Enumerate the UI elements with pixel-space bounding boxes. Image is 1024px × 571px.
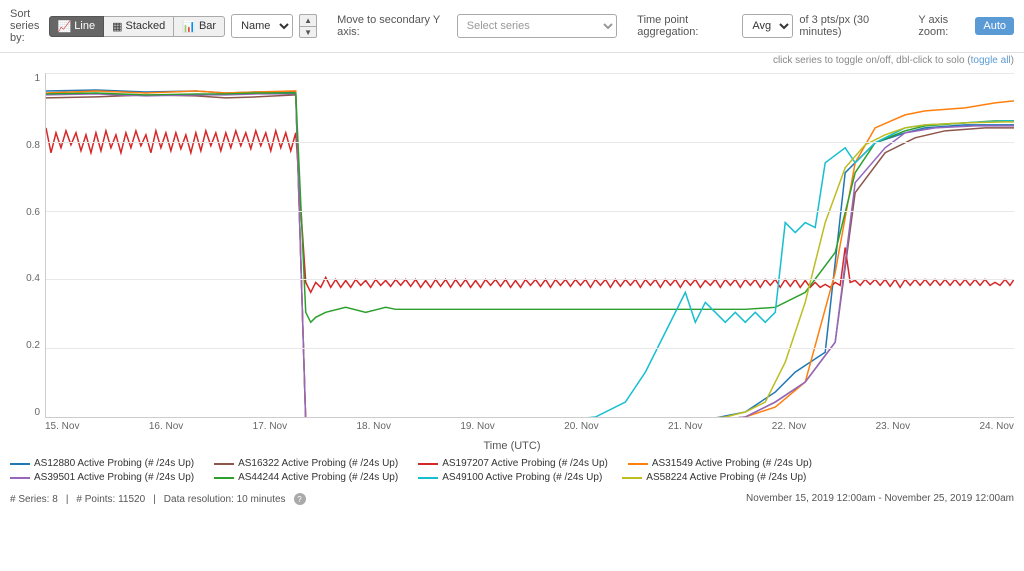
legend-item-as197207[interactable]: AS197207 Active Probing (# /24s Up) xyxy=(418,458,608,469)
y-axis: 1 0.8 0.6 0.4 0.2 0 xyxy=(0,68,45,438)
toolbar: Sort series by: 📈 Line ▦ Stacked 📊 Bar N… xyxy=(0,0,1024,53)
legend-item-as44244[interactable]: AS44244 Active Probing (# /24s Up) xyxy=(214,472,398,483)
secondary-y-label: Move to secondary Y axis: xyxy=(337,14,451,38)
legend-item-as39501[interactable]: AS39501 Active Probing (# /24s Up) xyxy=(10,472,194,483)
footer-info: # Series: 8 | # Points: 11520 | Data res… xyxy=(10,493,306,505)
line-button[interactable]: 📈 Line xyxy=(49,16,105,37)
resolution-info: Data resolution: 10 minutes xyxy=(164,494,286,505)
agg-select[interactable]: Avg xyxy=(742,14,793,38)
grid-line-80 xyxy=(46,142,1014,143)
bar-button[interactable]: 📊 Bar xyxy=(174,16,225,37)
legend-item-as16322[interactable]: AS16322 Active Probing (# /24s Up) xyxy=(214,458,398,469)
legend-item-as12880[interactable]: AS12880 Active Probing (# /24s Up) xyxy=(10,458,194,469)
points-count: # Points: 11520 xyxy=(76,494,145,505)
y-zoom-label: Y axis zoom: xyxy=(918,14,969,38)
sort-down-button[interactable]: ▼ xyxy=(299,26,317,38)
bar-icon: 📊 xyxy=(182,20,196,33)
legend-item-as31549[interactable]: AS31549 Active Probing (# /24s Up) xyxy=(628,458,812,469)
legend-color-as31549 xyxy=(628,463,648,465)
toggle-hint: click series to toggle on/off, dbl-click… xyxy=(0,53,1024,68)
legend-item-as49100[interactable]: AS49100 Active Probing (# /24s Up) xyxy=(418,472,602,483)
series-count: # Series: 8 xyxy=(10,494,58,505)
legend-color-as49100 xyxy=(418,477,438,479)
chart-container: 1 0.8 0.6 0.4 0.2 0 xyxy=(0,68,1024,438)
auto-button[interactable]: Auto xyxy=(975,17,1014,35)
legend: AS12880 Active Probing (# /24s Up) AS163… xyxy=(0,452,1024,489)
sort-select[interactable]: Name xyxy=(231,14,293,38)
chart-svg xyxy=(46,73,1014,417)
legend-row-2: AS39501 Active Probing (# /24s Up) AS442… xyxy=(10,472,1014,483)
stacked-button[interactable]: ▦ Stacked xyxy=(104,16,174,37)
legend-color-as197207 xyxy=(418,463,438,465)
y-zoom-group: Y axis zoom: Auto xyxy=(918,14,1014,38)
legend-color-as39501 xyxy=(10,477,30,479)
secondary-y-select[interactable]: Select series xyxy=(457,14,618,38)
series-as31549[interactable] xyxy=(46,91,1014,417)
sort-label: Sort series by: xyxy=(10,8,43,44)
grid-line-top xyxy=(46,73,1014,74)
stacked-icon: ▦ xyxy=(112,20,122,33)
chart-plot xyxy=(45,73,1014,418)
secondary-y-group: Move to secondary Y axis: Select series xyxy=(337,14,617,38)
time-agg-group: Time point aggregation: Avg of 3 pts/px … xyxy=(637,14,898,38)
sort-arrows: ▲ ▼ xyxy=(299,14,317,38)
grid-line-60 xyxy=(46,211,1014,212)
chart-type-buttons: 📈 Line ▦ Stacked 📊 Bar xyxy=(49,16,225,37)
help-icon[interactable]: ? xyxy=(294,493,306,505)
date-range: November 15, 2019 12:00am - November 25,… xyxy=(746,493,1014,505)
legend-color-as44244 xyxy=(214,477,234,479)
legend-row-1: AS12880 Active Probing (# /24s Up) AS163… xyxy=(10,458,1014,469)
toggle-all-link[interactable]: toggle all xyxy=(971,55,1011,66)
legend-item-as58224[interactable]: AS58224 Active Probing (# /24s Up) xyxy=(622,472,806,483)
x-axis: 15. Nov 16. Nov 17. Nov 18. Nov 19. Nov … xyxy=(45,418,1014,438)
sort-up-button[interactable]: ▲ xyxy=(299,14,317,26)
sort-series-group: Sort series by: 📈 Line ▦ Stacked 📊 Bar N… xyxy=(10,8,317,44)
agg-info: of 3 pts/px (30 minutes) xyxy=(799,14,898,38)
x-axis-title: Time (UTC) xyxy=(0,440,1024,452)
series-as49100[interactable] xyxy=(46,121,1014,417)
legend-color-as16322 xyxy=(214,463,234,465)
time-agg-label: Time point aggregation: xyxy=(637,14,736,38)
grid-line-20 xyxy=(46,348,1014,349)
series-as44244[interactable] xyxy=(46,93,1014,322)
legend-color-as58224 xyxy=(622,477,642,479)
legend-color-as12880 xyxy=(10,463,30,465)
footer: # Series: 8 | # Points: 11520 | Data res… xyxy=(0,489,1024,509)
grid-line-40 xyxy=(46,279,1014,280)
line-icon: 📈 xyxy=(58,20,72,33)
